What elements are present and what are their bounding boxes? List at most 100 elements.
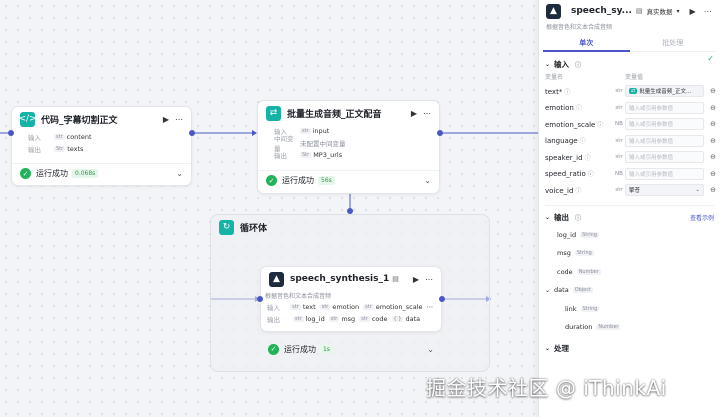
field-input[interactable]: 输入或引用参数值 xyxy=(625,167,704,180)
field-input[interactable]: ⇄ 批量生成音频_正文... xyxy=(625,85,704,98)
output-type: String xyxy=(580,231,600,238)
output-type: Number xyxy=(576,268,601,275)
ref-icon: ⇄ xyxy=(629,88,638,95)
view-example-link[interactable]: 查看示例 xyxy=(690,213,714,222)
param-name: log_id xyxy=(305,315,325,323)
output-item[interactable]: ⌄ data Object xyxy=(545,281,720,300)
field-row: language ⓘ str 输入或引用参数值 ⊖ xyxy=(539,133,720,150)
run-status[interactable]: ✓ 运行成功 56s ⌄ xyxy=(258,170,439,190)
output-port[interactable] xyxy=(189,130,195,136)
tab-single[interactable]: 单次 xyxy=(543,34,630,52)
field-name: speed_ratio xyxy=(545,170,586,179)
node-title: 代码_字幕切割正文 xyxy=(41,115,118,126)
input-label: 输入 xyxy=(267,304,280,312)
field-name: emotion_scale xyxy=(545,120,596,129)
param-type: str xyxy=(319,304,331,310)
help-icon[interactable]: ⓘ xyxy=(580,138,586,145)
doc-icon[interactable]: ▤ xyxy=(392,275,399,283)
chevron-down-icon[interactable]: ⌄ xyxy=(545,345,550,352)
clear-icon[interactable]: ⊖ xyxy=(704,186,716,194)
process-section-header[interactable]: ⌄ 处理 xyxy=(539,341,720,357)
run-icon[interactable]: ▶ xyxy=(163,115,169,124)
success-icon: ✓ xyxy=(268,343,279,355)
check-icon: ✓ xyxy=(707,54,714,63)
clear-icon[interactable]: ⊖ xyxy=(704,104,716,112)
field-type: NB xyxy=(615,121,623,128)
param-name: input xyxy=(312,127,330,135)
input-port[interactable] xyxy=(8,130,14,136)
clear-icon[interactable]: ⊖ xyxy=(704,87,716,95)
mode-select[interactable]: 真实数据 xyxy=(647,6,673,16)
run-status[interactable]: ✓ 运行成功 0.068s ⌄ xyxy=(12,163,191,183)
chevron-down-icon[interactable]: ▾ xyxy=(677,8,680,15)
chevron-down-icon[interactable]: ⌄ xyxy=(695,187,700,193)
code-node[interactable]: </> 代码_字幕切割正文 ▶ ⋯ 输入 str content 输出 Str te… xyxy=(11,106,192,186)
clear-icon[interactable]: ⊖ xyxy=(704,120,716,128)
clear-icon[interactable]: ⊖ xyxy=(704,137,716,145)
help-icon[interactable]: ⓘ xyxy=(575,60,581,69)
success-icon: ✓ xyxy=(20,168,31,179)
output-port[interactable] xyxy=(437,130,443,136)
clear-icon[interactable]: ⊖ xyxy=(704,170,716,178)
help-icon[interactable]: ⓘ xyxy=(564,89,570,96)
section-title: 输出 xyxy=(554,213,570,222)
speech-node[interactable]: ▲ speech_synthesis_1 ▤ ▶ ⋯ 根据音色和文本合成音频 输… xyxy=(260,266,442,332)
tab-batch[interactable]: 批处理 xyxy=(630,34,717,52)
field-input[interactable]: 输入或引用参数值 xyxy=(625,151,704,164)
output-item: code Number xyxy=(557,263,720,282)
field-type: str xyxy=(615,154,623,161)
more-icon[interactable]: ⋯ xyxy=(175,115,183,124)
doc-icon[interactable]: ▤ xyxy=(636,7,643,15)
field-input[interactable]: 输入或引用参数值 xyxy=(625,101,704,114)
help-icon[interactable]: ⓘ xyxy=(575,213,581,222)
col-value: 变量值 xyxy=(625,74,644,81)
clear-icon[interactable]: ⊖ xyxy=(704,153,716,161)
batch-node[interactable]: ⇄ 批量生成音频_正文配音 ▶ ⋯ 输入 str input 中间变量 未配置中间… xyxy=(257,100,440,194)
output-label: 输出 xyxy=(274,152,287,160)
param-name: text xyxy=(302,303,316,311)
field-type: str xyxy=(615,187,623,194)
chevron-down-icon[interactable]: ⌄ xyxy=(545,287,550,294)
more-icon[interactable]: ⋯ xyxy=(425,275,433,284)
test-run-panel[interactable]: ▲ speech_sy... ▤ 真实数据 ▾ ▶ ⋯ 根据音色和文本合成音频 … xyxy=(538,0,720,417)
help-icon[interactable]: ⓘ xyxy=(575,188,581,195)
param-name: emotion xyxy=(332,303,360,311)
field-row: speaker_id ⓘ str 输入或引用参数值 ⊖ xyxy=(539,149,720,166)
help-icon[interactable]: ⓘ xyxy=(576,105,582,112)
field-name: voice_id xyxy=(545,186,574,195)
output-name: data xyxy=(554,286,569,295)
output-port[interactable] xyxy=(439,296,445,302)
section-title: 处理 xyxy=(554,344,570,353)
status-text: 运行成功 xyxy=(284,344,316,354)
field-input[interactable]: 输入或引用参数值 xyxy=(625,118,704,131)
output-item: msg String xyxy=(557,244,720,263)
run-icon[interactable]: ▶ xyxy=(411,109,417,118)
chevron-down-icon[interactable]: ⌄ xyxy=(545,214,550,221)
param-type: Str xyxy=(300,152,312,158)
help-icon[interactable]: ⓘ xyxy=(597,122,603,129)
field-value: 批量生成音频_正文... xyxy=(639,89,692,96)
chevron-down-icon[interactable]: ⌄ xyxy=(424,176,431,185)
output-item: log_id String xyxy=(557,226,720,245)
param-name: code xyxy=(371,315,388,323)
help-icon[interactable]: ⓘ xyxy=(585,155,591,162)
more-params-icon[interactable]: ⋯ xyxy=(427,303,434,311)
chevron-down-icon[interactable]: ⌄ xyxy=(427,345,434,354)
help-icon[interactable]: ⓘ xyxy=(588,171,594,178)
chevron-down-icon[interactable]: ⌄ xyxy=(176,169,183,178)
param-type: str xyxy=(328,316,340,322)
more-icon[interactable]: ⋯ xyxy=(423,109,431,118)
field-input[interactable]: 输入或引用参数值 xyxy=(625,134,704,147)
loop-run-status[interactable]: ✓ 运行成功 1s ⌄ xyxy=(260,339,442,359)
field-row: emotion_scale ⓘ NB 输入或引用参数值 ⊖ xyxy=(539,116,720,133)
status-text: 运行成功 xyxy=(36,169,68,178)
more-icon[interactable]: ⋯ xyxy=(704,7,712,16)
group-title: 循环体 xyxy=(240,223,268,234)
chevron-down-icon[interactable]: ⌄ xyxy=(545,61,550,68)
run-icon[interactable]: ▶ xyxy=(690,7,696,16)
input-port[interactable] xyxy=(257,296,263,302)
input-section-header[interactable]: ⌄ 输入 ⓘ xyxy=(539,56,720,72)
run-icon[interactable]: ▶ xyxy=(413,275,419,284)
field-input[interactable]: 擎苍 ⌄ xyxy=(625,184,704,197)
output-section-header[interactable]: ⌄ 输出 ⓘ 查看示例 xyxy=(539,210,720,226)
